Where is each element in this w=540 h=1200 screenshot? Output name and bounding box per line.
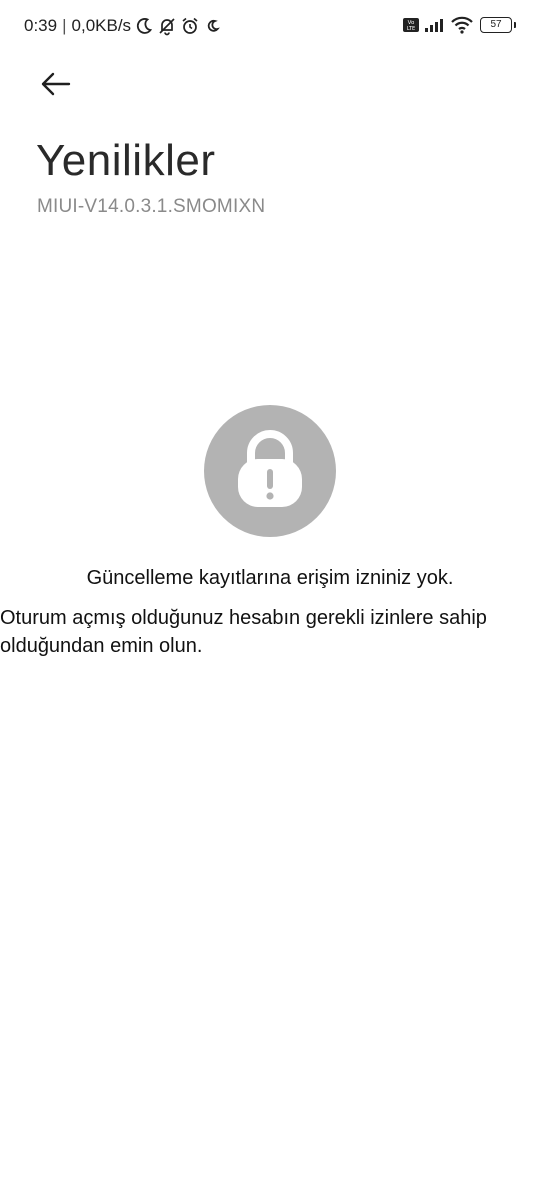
version-label: MIUI-V14.0.3.1.SMOMIXN (37, 196, 266, 217)
status-time: 0:39 (24, 16, 58, 35)
signal-icon (424, 17, 446, 33)
status-net-speed: 0,0KB/s (71, 16, 132, 35)
status-bar: 0:39 | 0,0KB/s Vo LTE 57 (0, 0, 540, 56)
svg-text:LTE: LTE (407, 26, 415, 32)
error-title: Güncelleme kayıtlarına erişim izniniz yo… (86, 567, 454, 589)
moon-icon (134, 16, 154, 36)
volte-icon: Vo LTE (402, 16, 420, 34)
battery-icon: 57 (480, 17, 516, 33)
error-description: Oturum açmış olduğunuz hesabın gerekli i… (0, 607, 487, 657)
bell-off-icon (157, 16, 177, 36)
wifi-icon (450, 16, 474, 34)
lock-warning-icon (204, 405, 336, 537)
status-right: Vo LTE 57 (398, 16, 516, 34)
page-title: Yenilikler (36, 136, 216, 185)
alarm-icon (180, 16, 200, 36)
status-separator: | (62, 16, 67, 35)
back-button[interactable] (32, 64, 80, 108)
arrow-left-icon (39, 71, 73, 102)
moon-icon (203, 16, 223, 36)
status-left: 0:39 | 0,0KB/s (24, 16, 223, 36)
